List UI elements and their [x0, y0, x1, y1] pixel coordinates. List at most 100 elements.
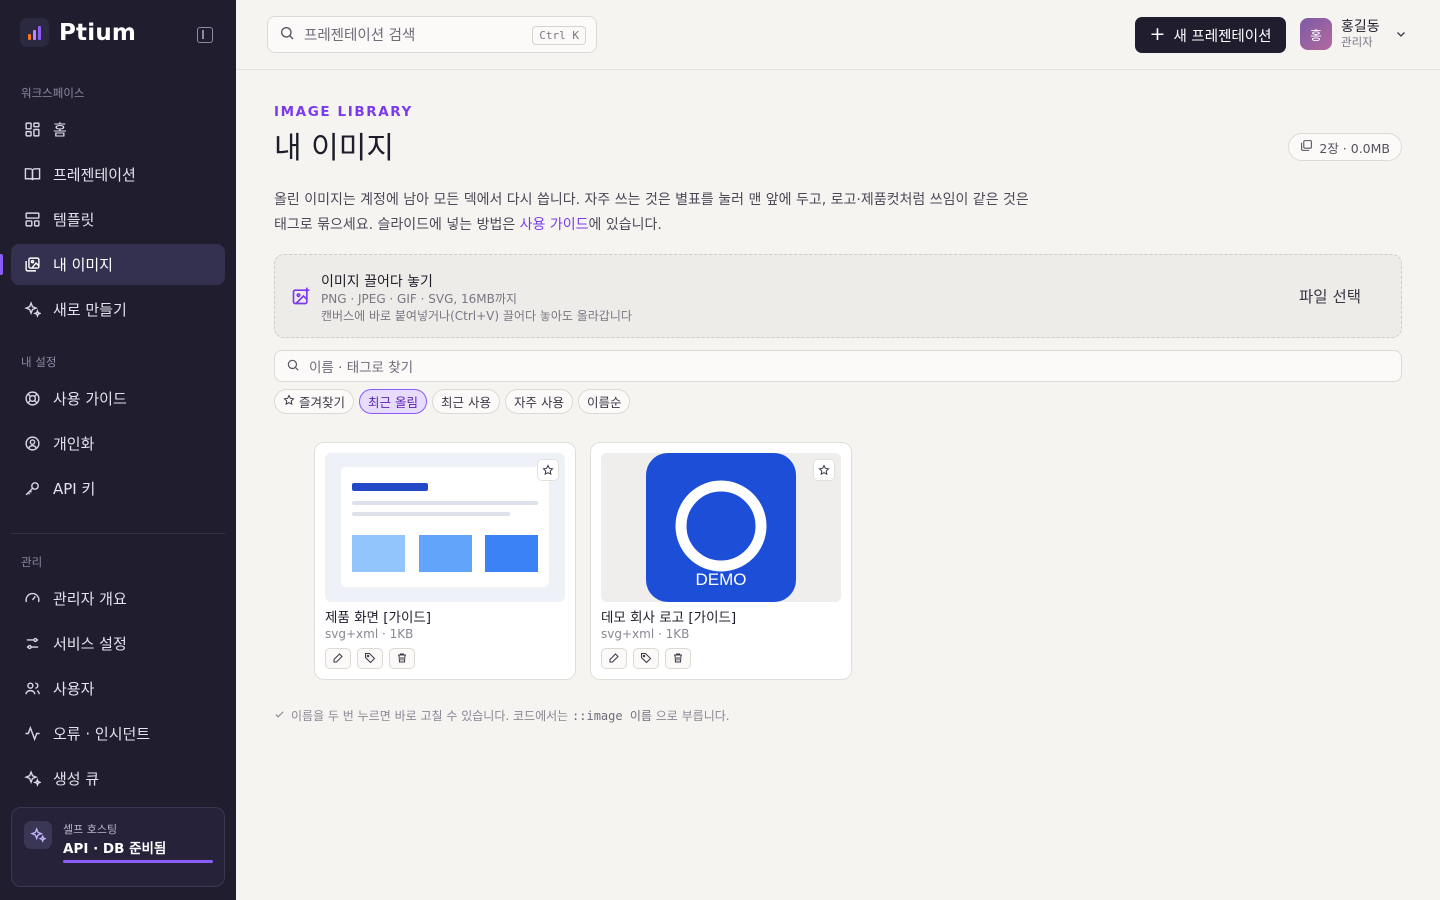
image-title[interactable]: 제품 화면 [가이드]: [325, 606, 431, 626]
new-presentation-button[interactable]: + 새 프레젠테이션: [1135, 17, 1286, 53]
brand[interactable]: Ptium: [20, 18, 136, 47]
images-icon: [23, 256, 41, 274]
image-actions: [601, 648, 691, 669]
sidebar: Ptium 워크스페이스 홈 프레젠테이션 템플릿 내 이미지 새로 만들기 내…: [0, 0, 236, 900]
avatar: 홍: [1300, 18, 1332, 50]
image-count-badge: 2장 · 0.0MB: [1288, 133, 1402, 161]
image-filter-input[interactable]: 이름 · 태그로 찾기: [274, 350, 1402, 382]
star-icon: [818, 461, 830, 480]
dropzone-formats: PNG · JPEG · GIF · SVG, 16MB까지: [321, 292, 517, 306]
description-line-2: 태그로 묶으세요. 슬라이드에 넣는 방법은: [274, 217, 520, 233]
section-label-workspace: 워크스페이스: [21, 86, 85, 100]
images-icon: [1300, 139, 1313, 155]
favorite-star-button[interactable]: [813, 459, 835, 481]
favorite-star-button[interactable]: [537, 459, 559, 481]
search-input[interactable]: 프레젠테이션 검색 Ctrl K: [267, 16, 597, 53]
status-text: API · DB 준비됨: [63, 841, 167, 857]
tag-button[interactable]: [357, 648, 383, 669]
status-bar: [63, 860, 213, 863]
search-icon: [286, 357, 300, 376]
chip-label: 최근 올림: [368, 395, 418, 410]
image-actions: [325, 648, 415, 669]
tag-icon: [364, 649, 376, 668]
delete-button[interactable]: [389, 648, 415, 669]
upload-dropzone[interactable]: 이미지 끌어다 놓기 PNG · JPEG · GIF · SVG, 16MB까…: [274, 254, 1402, 338]
gauge-icon: [23, 590, 41, 608]
new-presentation-label: 새 프레젠테이션: [1173, 28, 1272, 45]
sidebar-item-label: 새로 만들기: [53, 301, 127, 319]
plus-icon: +: [1149, 22, 1166, 45]
sidebar-item-create-new[interactable]: 새로 만들기: [11, 289, 225, 330]
sidebar-collapse-icon[interactable]: [197, 27, 213, 43]
sidebar-item-label: 사용자: [53, 680, 95, 698]
sidebar-item-admin-overview[interactable]: 관리자 개요: [11, 578, 225, 619]
image-meta: svg+xml · 1KB: [601, 627, 690, 641]
image-card[interactable]: DEMO 데모 회사 로고 [가이드] svg+xml · 1KB: [590, 442, 852, 680]
chip-recently-used[interactable]: 최근 사용: [432, 389, 500, 414]
filter-placeholder: 이름 · 태그로 찾기: [309, 360, 414, 376]
image-plus-icon: [291, 286, 311, 310]
chip-recently-uploaded[interactable]: 최근 올림: [359, 389, 427, 414]
image-thumbnail-product-screen[interactable]: [325, 453, 565, 602]
chip-favorites[interactable]: 즐겨찾기: [274, 389, 355, 414]
user-role: 관리자: [1341, 35, 1373, 49]
users-icon: [23, 680, 41, 698]
check-icon: [274, 709, 285, 723]
sort-filter-chips: 즐겨찾기 최근 올림 최근 사용 자주 사용 이름순: [274, 389, 631, 414]
trash-icon: [396, 649, 408, 668]
page-title: 내 이미지: [274, 131, 394, 166]
page-eyebrow: IMAGE LIBRARY: [274, 104, 413, 120]
sidebar-item-api-keys[interactable]: API 키: [11, 468, 225, 509]
chip-label: 최근 사용: [441, 395, 491, 410]
sidebar-item-label: 관리자 개요: [53, 590, 127, 608]
dropzone-title: 이미지 끌어다 놓기: [321, 274, 433, 290]
sparkles-icon: [23, 301, 41, 319]
sidebar-item-templates[interactable]: 템플릿: [11, 199, 225, 240]
chip-by-name[interactable]: 이름순: [577, 389, 631, 414]
image-title[interactable]: 데모 회사 로고 [가이드]: [601, 606, 736, 626]
topbar: 프레젠테이션 검색 Ctrl K + 새 프레젠테이션 홍 홍길동 관리자: [236, 0, 1440, 70]
key-icon: [23, 480, 41, 498]
image-thumbnail-demo-logo[interactable]: DEMO: [601, 453, 841, 602]
sidebar-item-service-settings[interactable]: 서비스 설정: [11, 623, 225, 664]
user-guide-link[interactable]: 사용 가이드: [520, 217, 589, 233]
choose-file-button[interactable]: 파일 선택: [1299, 285, 1361, 307]
sidebar-item-user-guide[interactable]: 사용 가이드: [11, 378, 225, 419]
chip-label: 자주 사용: [513, 395, 564, 410]
sidebar-item-label: 서비스 설정: [53, 635, 127, 653]
sidebar-item-personalization[interactable]: 개인화: [11, 423, 225, 464]
sidebar-divider: [11, 533, 225, 534]
chip-label: 이름순: [586, 395, 622, 410]
sidebar-item-label: 내 이미지: [53, 256, 113, 274]
sidebar-item-home[interactable]: 홈: [11, 109, 225, 150]
lifebuoy-icon: [23, 390, 41, 408]
chip-frequently-used[interactable]: 자주 사용: [504, 389, 573, 414]
status-label: 셀프 호스팅: [63, 823, 118, 836]
rename-button[interactable]: [325, 648, 351, 669]
tag-button[interactable]: [633, 648, 659, 669]
pencil-icon: [608, 649, 620, 668]
user-menu[interactable]: 홍 홍길동 관리자: [1300, 18, 1407, 50]
self-hosting-status-card: 셀프 호스팅 API · DB 준비됨: [11, 807, 225, 887]
sidebar-item-presentations[interactable]: 프레젠테이션: [11, 154, 225, 195]
sidebar-item-label: API 키: [53, 480, 96, 498]
pencil-icon: [332, 649, 344, 668]
sidebar-item-my-images[interactable]: 내 이미지: [0, 244, 225, 285]
book-icon: [23, 166, 41, 184]
search-icon: [279, 25, 295, 45]
sidebar-item-users[interactable]: 사용자: [11, 668, 225, 709]
rename-button[interactable]: [601, 648, 627, 669]
delete-button[interactable]: [665, 648, 691, 669]
sidebar-item-label: 개인화: [53, 435, 95, 453]
sparkles-icon: [24, 821, 52, 849]
sidebar-item-errors-incidents[interactable]: 오류 · 인시던트: [11, 713, 225, 754]
user-name: 홍길동: [1341, 19, 1380, 35]
hint-code: ::image 이름: [572, 709, 652, 723]
dropzone-paste-hint: 캔버스에 바로 붙여넣거나(Ctrl+V) 끌어다 놓아도 올라갑니다: [321, 309, 632, 323]
image-card[interactable]: 제품 화면 [가이드] svg+xml · 1KB: [314, 442, 576, 680]
search-placeholder: 프레젠테이션 검색: [304, 28, 416, 44]
sidebar-item-label: 템플릿: [53, 211, 95, 229]
sidebar-item-generation-queue[interactable]: 생성 큐: [11, 758, 225, 799]
chip-label: 즐겨찾기: [299, 395, 346, 410]
brand-logo-icon: [20, 18, 49, 47]
